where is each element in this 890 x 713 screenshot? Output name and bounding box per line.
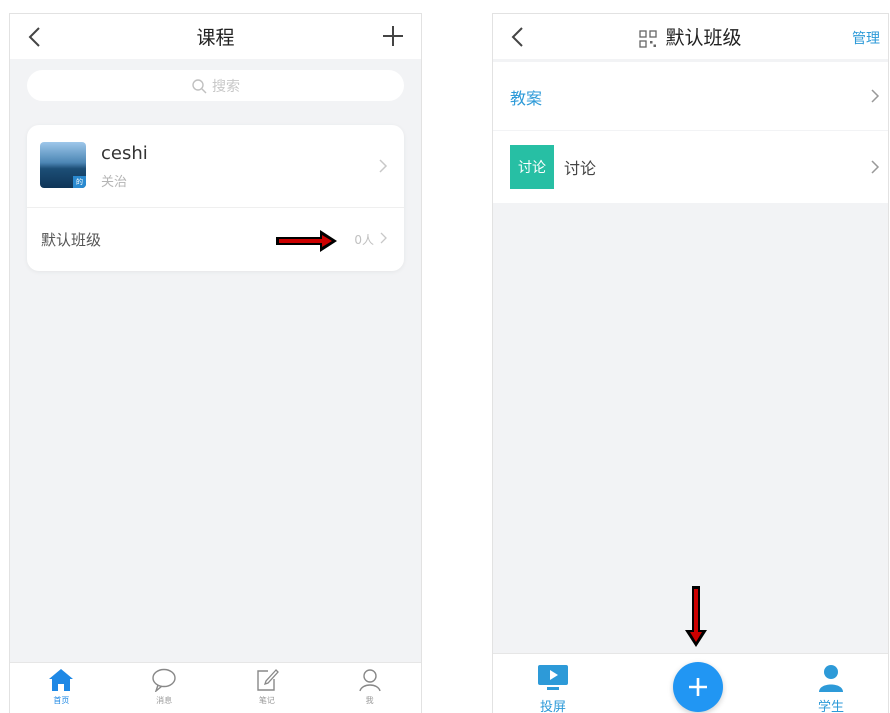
tab-label: 投屏: [539, 700, 566, 713]
add-activity-button[interactable]: [673, 662, 723, 712]
manage-button[interactable]: 管理: [852, 28, 880, 48]
search-icon: [192, 78, 207, 93]
divider: [27, 207, 404, 208]
discussion-icon-text: 讨论: [518, 160, 546, 176]
tab-label: 我: [365, 696, 374, 705]
list-item-discussion[interactable]: 讨论 讨论: [493, 131, 888, 203]
tab-messages[interactable]: 消息: [113, 663, 216, 713]
page-title: 课程: [196, 27, 235, 49]
tab-home[interactable]: 首页: [10, 663, 113, 713]
add-icon: [689, 678, 707, 696]
tab-label: 笔记: [258, 696, 275, 705]
chevron-right-icon[interactable]: [378, 158, 388, 174]
course-thumbnail[interactable]: 的: [40, 142, 86, 188]
back-icon[interactable]: [507, 25, 531, 49]
chevron-right-icon: [871, 89, 880, 103]
chevron-right-icon[interactable]: [380, 232, 388, 244]
course-list-screen: 课程 搜索 的 ceshi 关治 默认班级 0人 首页 消息 笔记 我: [9, 13, 422, 713]
tab-label: 学生: [817, 700, 844, 713]
annotation-arrow-down: [685, 586, 707, 647]
screen-cast-icon: [538, 665, 568, 690]
tab-screen-cast[interactable]: 投屏: [537, 664, 569, 713]
course-teacher: 关治: [101, 175, 128, 190]
discussion-icon: 讨论: [510, 145, 554, 189]
header-bar: 默认班级 管理: [493, 14, 888, 59]
tab-students[interactable]: 学生: [817, 664, 845, 713]
add-course-icon[interactable]: [381, 24, 405, 48]
header-bar: 课程: [10, 14, 421, 59]
chevron-right-icon: [871, 160, 880, 174]
annotation-arrow-right: [276, 230, 337, 252]
tab-notes[interactable]: 笔记: [216, 663, 319, 713]
class-title: 默认班级: [665, 27, 742, 49]
profile-icon: [358, 669, 381, 692]
tab-me[interactable]: 我: [318, 663, 421, 713]
back-icon[interactable]: [24, 25, 48, 49]
class-member-count[interactable]: 0人: [354, 231, 374, 248]
search-input[interactable]: 搜索: [27, 70, 404, 101]
list-item-label: 讨论: [564, 159, 597, 178]
list-item-lesson-plan[interactable]: 教案: [493, 62, 888, 130]
thumbnail-badge: 的: [73, 176, 86, 188]
student-icon: [819, 665, 843, 692]
message-icon: [152, 668, 176, 692]
qr-code-icon[interactable]: [639, 29, 658, 48]
home-icon: [49, 669, 74, 691]
bottom-tab-bar: 首页 消息 笔记 我: [10, 662, 421, 713]
note-icon: [257, 669, 279, 691]
tab-label: 首页: [53, 696, 70, 705]
class-name[interactable]: 默认班级: [41, 229, 101, 250]
course-name[interactable]: ceshi: [101, 143, 148, 164]
page-title: 默认班级: [639, 23, 742, 50]
search-placeholder: 搜索: [212, 78, 240, 95]
tab-label: 消息: [156, 696, 173, 705]
course-card: 的 ceshi 关治 默认班级 0人: [27, 125, 404, 271]
list-item-label: 教案: [510, 89, 543, 108]
